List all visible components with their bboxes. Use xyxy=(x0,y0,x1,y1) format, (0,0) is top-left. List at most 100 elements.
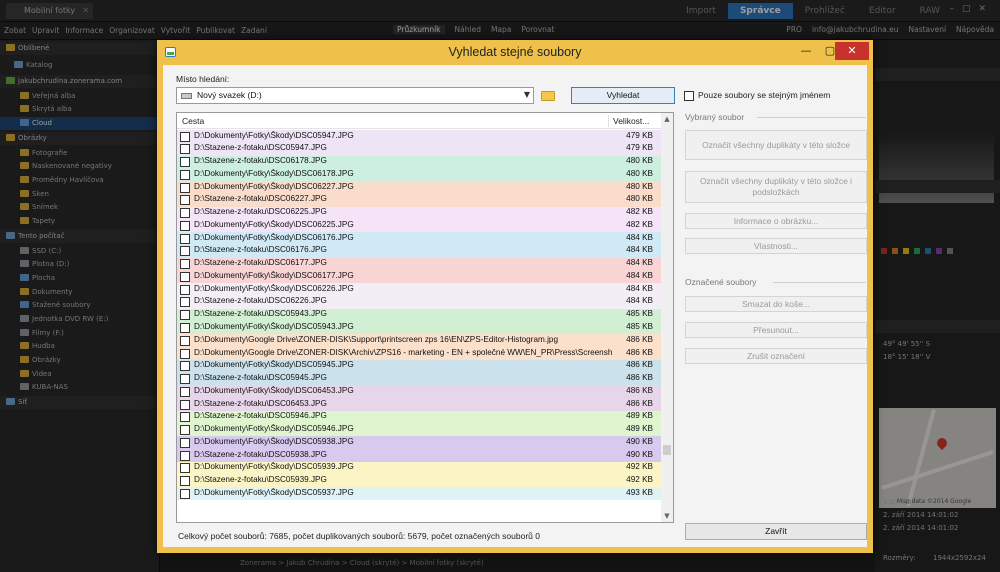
row-checkbox[interactable] xyxy=(180,361,190,372)
file-path: D:\Stazene-z-fotaku\DSC06177.JPG xyxy=(194,258,327,268)
row-checkbox[interactable] xyxy=(180,399,190,410)
close-window-button[interactable]: ✕ xyxy=(835,42,869,60)
row-checkbox[interactable] xyxy=(180,169,190,180)
mark-duplicates-subfolders-button[interactable]: Označit všechny duplikáty v této složce … xyxy=(685,171,867,203)
table-row[interactable]: D:\Dokumenty\Fotky\Škody\DSC05947.JPG 479… xyxy=(177,130,661,143)
file-path: D:\Dokumenty\Fotky\Škody\DSC06227.JPG xyxy=(194,181,354,191)
table-row[interactable]: D:\Dokumenty\Fotky\Škody\DSC05945.JPG 486… xyxy=(177,359,661,373)
table-row[interactable]: D:\Stazene-z-fotaku\DSC06225.JPG 482 KB xyxy=(177,206,661,220)
row-checkbox[interactable] xyxy=(180,195,190,206)
file-path: D:\Dokumenty\Fotky\Škody\DSC05938.JPG xyxy=(194,436,354,446)
row-checkbox[interactable] xyxy=(180,310,190,321)
row-checkbox[interactable] xyxy=(180,476,190,487)
row-checkbox[interactable] xyxy=(180,259,190,270)
file-path: D:\Stazene-z-fotaku\DSC06453.JPG xyxy=(194,398,327,408)
row-checkbox[interactable] xyxy=(180,182,190,193)
minimize-button[interactable]: — xyxy=(793,42,819,60)
file-path: D:\Stazene-z-fotaku\DSC06226.JPG xyxy=(194,296,327,306)
row-checkbox[interactable] xyxy=(180,425,190,436)
file-size: 484 KB xyxy=(626,296,653,306)
row-checkbox[interactable] xyxy=(180,374,190,385)
file-path: D:\Stazene-z-fotaku\DSC05943.JPG xyxy=(194,309,327,319)
row-checkbox[interactable] xyxy=(180,322,190,333)
row-checkbox[interactable] xyxy=(180,220,190,231)
table-row[interactable]: D:\Dokumenty\Fotky\Škody\DSC05946.JPG 489… xyxy=(177,423,661,437)
close-button[interactable]: Zavřít xyxy=(685,523,867,540)
table-row[interactable]: D:\Dokumenty\Fotky\Škody\DSC06177.JPG 484… xyxy=(177,270,661,284)
properties-button[interactable]: Vlastnosti... xyxy=(685,238,867,254)
row-checkbox[interactable] xyxy=(180,208,190,219)
scroll-down-icon[interactable]: ▼ xyxy=(661,510,673,522)
table-row[interactable]: D:\Dokumenty\Fotky\Škody\DSC05939.JPG 492… xyxy=(177,461,661,475)
row-checkbox[interactable] xyxy=(180,157,190,168)
table-row[interactable]: D:\Stazene-z-fotaku\DSC05946.JPG 489 KB xyxy=(177,410,661,424)
table-row[interactable]: D:\Dokumenty\Fotky\Škody\DSC06226.JPG 484… xyxy=(177,283,661,296)
table-row[interactable]: D:\Stazene-z-fotaku\DSC05938.JPG 490 KB xyxy=(177,449,661,462)
table-row[interactable]: D:\Stazene-z-fotaku\DSC06176.JPG 484 KB xyxy=(177,244,661,258)
file-path: D:\Dokumenty\Fotky\Škody\DSC06225.JPG xyxy=(194,219,354,229)
table-row[interactable]: D:\Dokumenty\Fotky\Škody\DSC06178.JPG 480… xyxy=(177,168,661,182)
column-header-size[interactable]: Velikost... xyxy=(613,116,649,126)
folder-icon xyxy=(541,91,555,101)
table-row[interactable]: D:\Dokumenty\Fotky\Škody\DSC06176.JPG 484… xyxy=(177,232,661,245)
mark-duplicates-folder-button[interactable]: Označit všechny duplikáty v této složce xyxy=(685,130,867,160)
table-row[interactable]: D:\Dokumenty\Fotky\Škody\DSC05937.JPG 493… xyxy=(177,487,661,501)
row-checkbox[interactable] xyxy=(180,131,190,142)
row-checkbox[interactable] xyxy=(180,412,190,423)
table-row[interactable]: D:\Stazene-z-fotaku\DSC06178.JPG 480 KB xyxy=(177,155,661,169)
table-row[interactable]: D:\Dokumenty\Fotky\Škody\DSC05938.JPG 490… xyxy=(177,436,661,450)
list-rows: D:\Dokumenty\Fotky\Škody\DSC05947.JPG 479… xyxy=(177,130,661,501)
image-info-button[interactable]: Informace o obrázku... xyxy=(685,213,867,229)
file-size: 479 KB xyxy=(626,143,653,153)
table-row[interactable]: D:\Stazene-z-fotaku\DSC05939.JPG 492 KB xyxy=(177,474,661,488)
table-row[interactable]: D:\Stazene-z-fotaku\DSC05947.JPG 479 KB xyxy=(177,142,661,156)
table-row[interactable]: D:\Stazene-z-fotaku\DSC06177.JPG 484 KB xyxy=(177,257,661,271)
unmark-button[interactable]: Zrušit označení xyxy=(685,348,867,364)
row-checkbox[interactable] xyxy=(180,450,190,461)
table-row[interactable]: D:\Stazene-z-fotaku\DSC05943.JPG 485 KB xyxy=(177,308,661,322)
move-button[interactable]: Přesunout... xyxy=(685,322,867,338)
row-checkbox[interactable] xyxy=(180,437,190,448)
scroll-thumb[interactable] xyxy=(663,445,671,455)
chevron-down-icon: ▼ xyxy=(523,90,530,99)
row-checkbox[interactable] xyxy=(180,284,190,295)
search-button[interactable]: Vyhledat xyxy=(571,87,675,104)
file-size: 484 KB xyxy=(626,245,653,255)
delete-to-trash-button[interactable]: Smazat do koše... xyxy=(685,296,867,312)
file-size: 490 KB xyxy=(626,449,653,459)
row-checkbox[interactable] xyxy=(180,463,190,474)
row-checkbox[interactable] xyxy=(180,386,190,397)
table-row[interactable]: D:\Dokumenty\Fotky\Škody\DSC05943.JPG 485… xyxy=(177,321,661,335)
table-row[interactable]: D:\Dokumenty\Fotky\Škody\DSC06225.JPG 482… xyxy=(177,219,661,233)
row-checkbox[interactable] xyxy=(180,144,190,155)
table-row[interactable]: D:\Stazene-z-fotaku\DSC06453.JPG 486 KB xyxy=(177,398,661,411)
scroll-up-icon[interactable]: ▲ xyxy=(661,113,673,125)
file-path: D:\Dokumenty\Fotky\Škody\DSC05937.JPG xyxy=(194,487,354,497)
table-row[interactable]: D:\Stazene-z-fotaku\DSC06227.JPG 480 KB xyxy=(177,193,661,207)
file-size: 484 KB xyxy=(626,258,653,268)
row-checkbox[interactable] xyxy=(180,246,190,257)
list-scrollbar[interactable]: ▲ ▼ xyxy=(661,113,673,522)
row-checkbox[interactable] xyxy=(180,271,190,282)
row-checkbox[interactable] xyxy=(180,348,190,359)
table-row[interactable]: D:\Stazene-z-fotaku\DSC06226.JPG 484 KB xyxy=(177,295,661,309)
table-row[interactable]: D:\Dokumenty\Fotky\Škody\DSC06453.JPG 486… xyxy=(177,385,661,399)
row-checkbox[interactable] xyxy=(180,335,190,346)
file-size: 479 KB xyxy=(626,130,653,140)
group-divider xyxy=(757,117,866,118)
drive-select[interactable]: Nový svazek (D:) ▼ xyxy=(176,87,534,104)
table-row[interactable]: D:\Dokumenty\Fotky\Škody\DSC06227.JPG 480… xyxy=(177,181,661,194)
row-checkbox[interactable] xyxy=(180,233,190,244)
file-path: D:\Stazene-z-fotaku\DSC05939.JPG xyxy=(194,475,327,485)
row-checkbox[interactable] xyxy=(180,488,190,499)
column-header-path[interactable]: Cesta xyxy=(182,116,204,126)
row-checkbox[interactable] xyxy=(180,297,190,308)
same-name-checkbox[interactable] xyxy=(684,91,694,101)
browse-folder-button[interactable] xyxy=(539,87,557,104)
table-row[interactable]: D:\Dokumenty\Google Drive\ZONER-DISK\Arc… xyxy=(177,347,661,360)
file-path: D:\Dokumenty\Fotky\Škody\DSC05947.JPG xyxy=(194,130,354,140)
file-path: D:\Dokumenty\Google Drive\ZONER-DISK\Sup… xyxy=(194,334,559,344)
duplicates-list[interactable]: Cesta Velikost... D:\Dokumenty\Fotky\Ško… xyxy=(176,112,674,523)
table-row[interactable]: D:\Dokumenty\Google Drive\ZONER-DISK\Sup… xyxy=(177,334,661,348)
table-row[interactable]: D:\Stazene-z-fotaku\DSC05945.JPG 486 KB xyxy=(177,372,661,386)
